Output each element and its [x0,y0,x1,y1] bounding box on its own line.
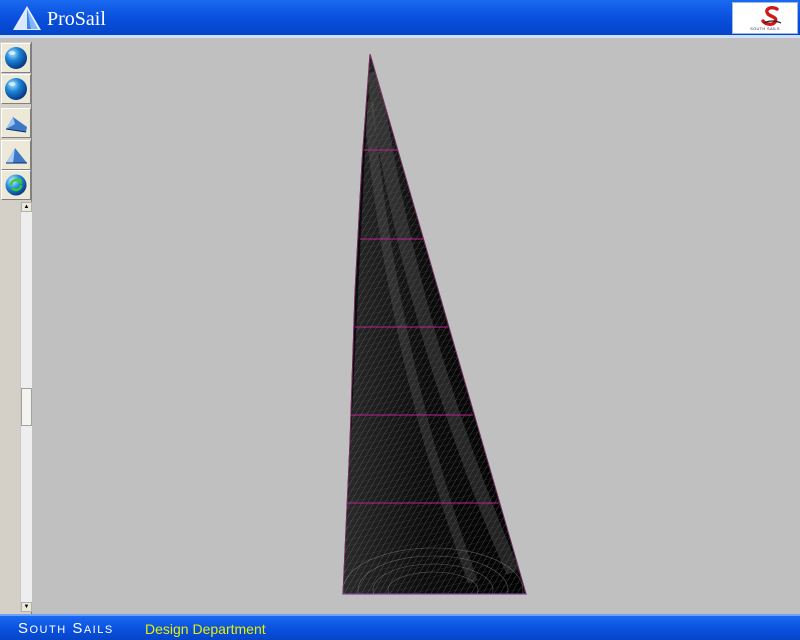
sail-body [342,53,527,595]
globe-icon [5,78,27,100]
brand-logo-box: SOUTH SAILS [732,2,798,34]
scroll-down-arrow[interactable]: ▼ [21,602,32,612]
prosail-logo-icon [13,6,41,30]
footer-bar: South Sails Design Department [0,614,800,640]
sail-side-view-button[interactable] [1,108,31,138]
scroll-thumb[interactable] [21,388,32,426]
sail-mesh-drawing [342,53,527,595]
refresh-globe-icon [5,174,27,196]
sail-view-canvas[interactable] [33,42,800,614]
globe-rotate-button[interactable] [1,74,31,104]
vertical-scrollbar[interactable]: ▲ ▼ [20,202,32,612]
refresh-button[interactable] [1,170,31,200]
sail-front-view-button[interactable] [1,140,31,170]
brand-text: SOUTH SAILS [750,26,780,31]
south-sails-logo-icon [761,6,782,26]
department-name: Design Department [145,621,266,637]
company-name: South Sails [18,620,114,637]
app-title: ProSail [47,8,106,30]
title-bar: ProSail SOUTH SAILS [0,0,800,38]
sail-shape-icon [6,148,27,164]
globe-icon [5,47,27,69]
scroll-up-arrow[interactable]: ▲ [21,202,32,212]
sail-shape-icon [5,117,27,133]
globe-view-button[interactable] [1,43,31,73]
